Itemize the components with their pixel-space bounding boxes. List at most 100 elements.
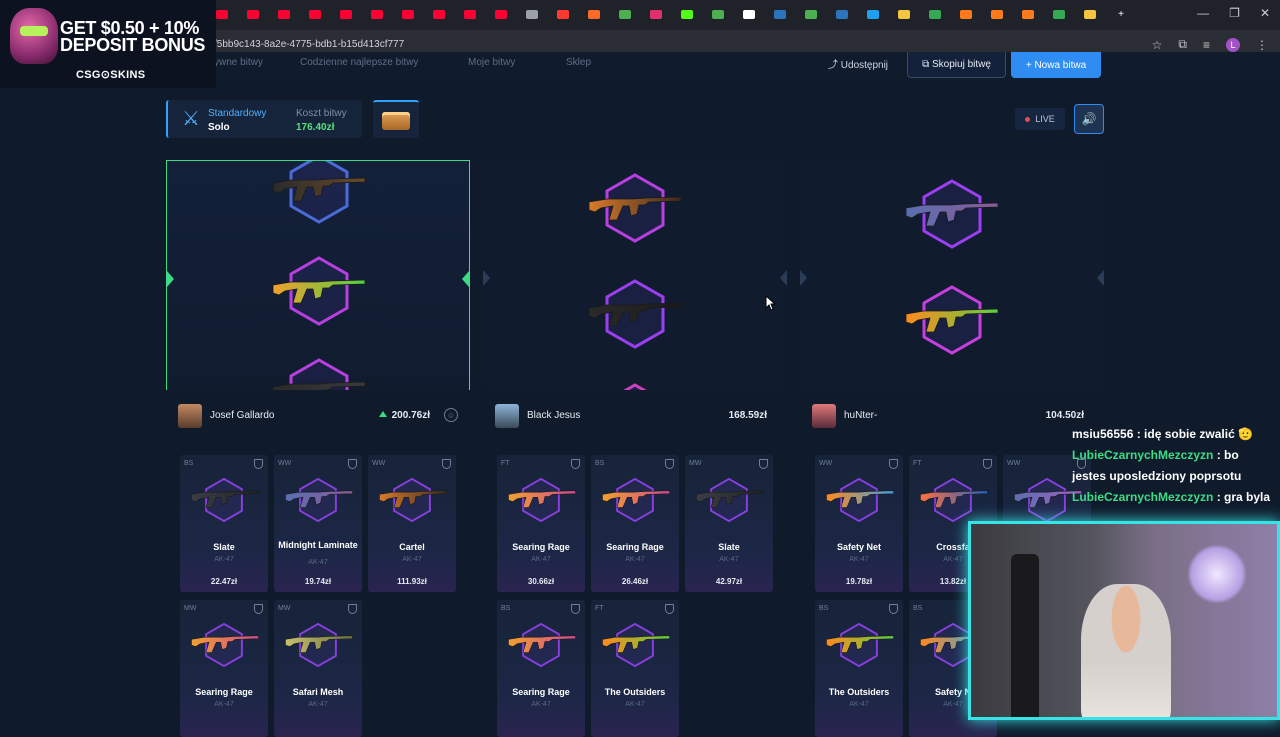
media-icon[interactable]: ≡ bbox=[1203, 38, 1210, 52]
item-card[interactable]: MW Searing Rage AK-47 bbox=[180, 600, 268, 737]
orange-favicon-icon bbox=[991, 9, 1003, 19]
tab-youtube-icon[interactable] bbox=[305, 6, 325, 22]
tab-orange-icon[interactable] bbox=[987, 6, 1007, 22]
ak47-rifle-icon bbox=[378, 485, 448, 511]
shield-icon[interactable] bbox=[983, 459, 992, 469]
tab-green-icon[interactable] bbox=[801, 6, 821, 22]
shield-icon[interactable] bbox=[348, 604, 357, 614]
tab-yellow-icon[interactable] bbox=[1080, 6, 1100, 22]
tab-youtube-icon[interactable] bbox=[367, 6, 387, 22]
item-price: 19.74zł bbox=[304, 577, 332, 586]
player-name[interactable]: Josef Gallardo bbox=[210, 410, 274, 421]
copy-battle-button[interactable]: ⧉ Skopiuj bitwę bbox=[907, 52, 1006, 78]
tab-green-icon[interactable] bbox=[708, 6, 728, 22]
tab-steam-icon[interactable] bbox=[832, 6, 852, 22]
emote-icon[interactable]: ☺ bbox=[444, 408, 458, 422]
player-total-value: 200.76zł bbox=[378, 410, 430, 421]
shield-icon[interactable] bbox=[571, 459, 580, 469]
chat-username: LubieCzarnychMezczyzn bbox=[1072, 490, 1214, 504]
shield-icon[interactable] bbox=[665, 459, 674, 469]
nav-link-active-battles[interactable]: ywne bitwy bbox=[214, 57, 263, 68]
avatar[interactable] bbox=[178, 404, 202, 428]
ak47-rifle-icon bbox=[284, 485, 354, 511]
item-price: 19.78zł bbox=[845, 577, 873, 586]
close-icon[interactable]: ✕ bbox=[1260, 6, 1270, 20]
item-card[interactable]: WW Safety Net AK-47 19.78zł bbox=[815, 455, 903, 592]
sound-toggle-button[interactable]: 🔊 bbox=[1074, 104, 1104, 134]
restore-icon[interactable]: ❐ bbox=[1229, 6, 1240, 20]
shield-icon[interactable] bbox=[889, 459, 898, 469]
nav-link-my-battles[interactable]: Moje bitwy bbox=[468, 57, 515, 68]
item-card[interactable]: FT Searing Rage AK-47 30.66zł bbox=[497, 455, 585, 592]
shield-icon[interactable] bbox=[254, 459, 263, 469]
tab-blue-icon[interactable] bbox=[863, 6, 883, 22]
case-thumbnail[interactable] bbox=[373, 100, 419, 138]
tab-youtube-icon[interactable] bbox=[243, 6, 263, 22]
item-card[interactable]: MW Safari Mesh AK-47 bbox=[274, 600, 362, 737]
mouse-cursor-icon bbox=[765, 295, 777, 311]
tab-chrome-icon[interactable] bbox=[925, 6, 945, 22]
tab-youtube-icon[interactable] bbox=[336, 6, 356, 22]
ak47-rifle-icon bbox=[695, 485, 765, 511]
menu-icon[interactable]: ⋮ bbox=[1256, 38, 1268, 52]
profile-avatar[interactable]: L bbox=[1226, 37, 1240, 52]
tab-youtube-icon[interactable] bbox=[460, 6, 480, 22]
item-card[interactable]: FT The Outsiders AK-47 bbox=[591, 600, 679, 737]
tab-steam-icon[interactable] bbox=[770, 6, 790, 22]
player-name[interactable]: huNter- bbox=[844, 410, 877, 421]
shield-icon[interactable] bbox=[571, 604, 580, 614]
x-favicon-icon bbox=[743, 9, 755, 19]
tab-kick-icon[interactable] bbox=[677, 6, 697, 22]
nav-link-shop[interactable]: Sklep bbox=[566, 57, 591, 68]
tab-orange-icon[interactable] bbox=[1018, 6, 1038, 22]
minimize-icon[interactable]: — bbox=[1197, 6, 1209, 20]
tab-strip[interactable]: + bbox=[212, 6, 1131, 22]
tab-chrome-icon[interactable] bbox=[1049, 6, 1069, 22]
tab-youtube-icon[interactable] bbox=[398, 6, 418, 22]
item-card[interactable]: BS The Outsiders AK-47 bbox=[815, 600, 903, 737]
extensions-icon[interactable]: ⧉ bbox=[1178, 37, 1187, 52]
shield-icon[interactable] bbox=[665, 604, 674, 614]
live-dot-icon bbox=[1025, 116, 1031, 122]
item-card[interactable]: BS Slate AK-47 22.47zł bbox=[180, 455, 268, 592]
item-card[interactable]: MW Slate AK-47 42.97zł bbox=[685, 455, 773, 592]
new-battle-button[interactable]: + Nowa bitwa bbox=[1011, 52, 1101, 78]
ak47-rifle-icon bbox=[904, 302, 1000, 336]
player-total-value-text: 200.76zł bbox=[391, 410, 430, 421]
tab-youtube-icon[interactable] bbox=[429, 6, 449, 22]
item-weapon: AK-47 bbox=[308, 701, 328, 708]
spinner-right-arrow-icon bbox=[780, 270, 787, 286]
nav-link-daily-best[interactable]: Codzienne najlepsze bitwy bbox=[300, 57, 418, 68]
player-total-value: 168.59zł bbox=[728, 410, 767, 421]
shield-icon[interactable] bbox=[348, 459, 357, 469]
item-card[interactable]: BS Searing Rage AK-47 26.46zł bbox=[591, 455, 679, 592]
tab-csgo-icon[interactable] bbox=[522, 6, 542, 22]
bookmark-star-icon[interactable]: ☆ bbox=[1152, 38, 1163, 52]
item-weapon: AK-47 bbox=[531, 701, 551, 708]
tab-x-icon[interactable] bbox=[739, 6, 759, 22]
shield-icon[interactable] bbox=[442, 459, 451, 469]
tab-app-icon[interactable] bbox=[553, 6, 573, 22]
tab-fire-icon[interactable] bbox=[584, 6, 604, 22]
tab-instagram-icon[interactable] bbox=[646, 6, 666, 22]
tab-yellow-icon[interactable] bbox=[894, 6, 914, 22]
tab-orange-icon[interactable] bbox=[956, 6, 976, 22]
new-tab-button[interactable]: + bbox=[1111, 6, 1131, 22]
player-total-value: 104.50zł bbox=[1045, 410, 1084, 421]
url-field[interactable]: /5bb9c143-8a2e-4775-bdb1-b15d413cf777 bbox=[214, 39, 404, 50]
avatar[interactable] bbox=[495, 404, 519, 428]
item-card[interactable]: WW Midnight Laminate AK-47 19.74zł bbox=[274, 455, 362, 592]
tab-youtube-icon[interactable] bbox=[274, 6, 294, 22]
shield-icon[interactable] bbox=[889, 604, 898, 614]
player-name[interactable]: Black Jesus bbox=[527, 410, 580, 421]
tab-youtube-icon[interactable] bbox=[491, 6, 511, 22]
tab-green-icon[interactable] bbox=[615, 6, 635, 22]
shield-icon[interactable] bbox=[254, 604, 263, 614]
youtube-favicon-icon bbox=[340, 9, 352, 19]
shield-icon[interactable] bbox=[759, 459, 768, 469]
live-toggle[interactable]: LIVE bbox=[1015, 108, 1065, 130]
share-button[interactable]: ⤴ Udostępnij bbox=[828, 56, 888, 71]
avatar[interactable] bbox=[812, 404, 836, 428]
item-card[interactable]: WW Cartel AK-47 111.93zł bbox=[368, 455, 456, 592]
item-card[interactable]: BS Searing Rage AK-47 bbox=[497, 600, 585, 737]
